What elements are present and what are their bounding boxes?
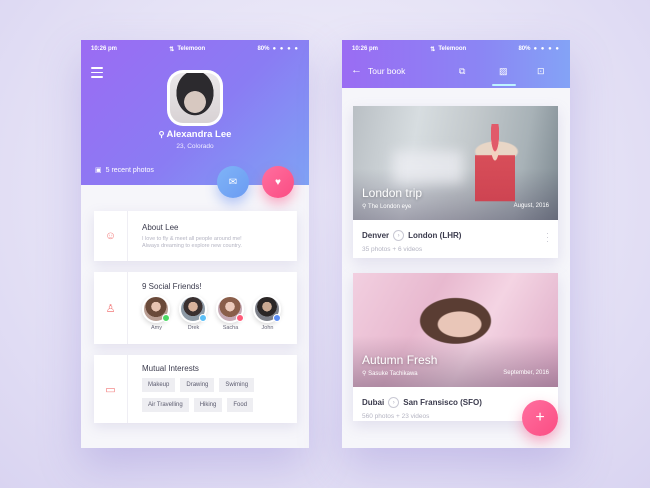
trip-photo: London trip ⚲ The London eye August, 201… — [353, 106, 558, 220]
status-carrier: Telemoon — [438, 46, 467, 52]
interest-tag[interactable]: Air Travelling — [142, 398, 189, 412]
tab-add-icon[interactable]: ⊡ — [537, 66, 545, 77]
trip-media-count: 35 photos + 6 videos — [362, 246, 423, 253]
friend-item[interactable]: Drek — [179, 295, 208, 331]
back-arrow-icon[interactable]: ← — [351, 64, 362, 76]
chat-smile-icon: ☺ — [94, 211, 128, 261]
plus-icon: + — [535, 409, 545, 426]
tour-book-screen: ← Tour book ⧉ ▨ ⊡ 10:26 pm ⇅ Telemoon 80… — [342, 40, 570, 448]
friend-name: Sacha — [222, 325, 239, 331]
add-trip-button[interactable]: + — [522, 400, 558, 436]
profile-name: Alexandra Lee — [166, 129, 232, 140]
status-battery: 80% — [518, 46, 531, 52]
trip-route: Dubai › San Fransisco (SFO) — [362, 397, 482, 408]
location-pin-icon: ⚲ — [158, 130, 165, 139]
camera-icon: ▣ — [95, 167, 102, 174]
friend-avatar — [179, 295, 207, 323]
friend-avatar — [253, 295, 281, 323]
trip-media-count: 560 photos + 23 videos — [362, 413, 430, 420]
interest-tag[interactable]: Food — [227, 398, 254, 412]
status-carrier: Telemoon — [177, 46, 206, 52]
trip-card[interactable]: London trip ⚲ The London eye August, 201… — [353, 106, 558, 258]
friend-name: Amy — [151, 325, 162, 331]
active-tab-indicator — [492, 84, 516, 86]
route-arrow-icon: › — [388, 397, 400, 408]
friend-item[interactable]: Amy — [142, 295, 171, 331]
route-arrow-icon: › — [393, 230, 405, 241]
trip-title: Autumn Fresh — [362, 353, 438, 367]
trip-date: September, 2016 — [503, 370, 549, 376]
signal-icon: ● ● ● ● — [533, 46, 560, 52]
trip-date: August, 2016 — [513, 203, 549, 209]
mail-icon: ✉ — [228, 176, 238, 188]
trip-subtitle: ⚲ Sasuke Tachikawa — [362, 371, 418, 377]
trip-to: San Fransisco (SFO) — [403, 398, 482, 407]
interest-tag[interactable]: Drawing — [180, 378, 215, 392]
friends-title: 9 Social Friends! — [142, 282, 202, 291]
status-bar: 10:26 pm ⇅ Telemoon 80% ● ● ● ● — [81, 40, 309, 58]
about-line-2: Always dreaming to explore new country. — [142, 243, 242, 249]
status-battery: 80% — [257, 46, 270, 52]
friend-status-badge — [236, 314, 244, 322]
trip-route: Denver › London (LHR) — [362, 230, 461, 241]
recent-photos-label: 5 recent photos — [105, 166, 154, 174]
wifi-icon: ⇅ — [169, 46, 175, 53]
recent-photos-link[interactable]: ▣ 5 recent photos — [95, 166, 154, 175]
signal-icon: ● ● ● ● — [272, 46, 299, 52]
interest-tag[interactable]: Makeup — [142, 378, 176, 392]
friend-status-badge — [273, 314, 281, 322]
friend-status-badge — [199, 314, 207, 322]
friends-list: Amy Drek Sacha John — [142, 295, 282, 331]
trip-to: London (LHR) — [408, 231, 462, 240]
status-time: 10:26 pm — [352, 46, 379, 52]
like-button[interactable]: ♥ — [262, 166, 294, 198]
page-title: Tour book — [368, 66, 406, 76]
status-bar: 10:26 pm ⇅ Telemoon 80% ● ● ● ● — [342, 40, 570, 58]
wifi-icon: ⇅ — [430, 46, 436, 53]
trip-from: Dubai — [362, 398, 385, 407]
profile-name-row: ⚲ Alexandra Lee — [81, 129, 309, 140]
friend-item[interactable]: John — [253, 295, 282, 331]
about-title: About Lee — [142, 223, 179, 232]
trip-from: Denver — [362, 231, 390, 240]
interest-tag[interactable]: Swiming — [219, 378, 255, 392]
friend-avatar — [216, 295, 244, 323]
avatar[interactable] — [167, 70, 223, 126]
friend-name: John — [261, 325, 274, 331]
trip-subtitle: ⚲ The London eye — [362, 204, 412, 210]
tab-image-icon[interactable]: ▨ — [499, 66, 508, 77]
add-user-icon: ♙ — [94, 272, 128, 344]
friend-avatar — [142, 295, 170, 323]
more-vertical-icon[interactable]: · · · — [546, 229, 549, 246]
profile-location: 23, Colorado — [176, 143, 214, 150]
folder-icon: ▭ — [94, 355, 128, 423]
heart-icon: ♥ — [275, 176, 281, 188]
friend-item[interactable]: Sacha — [216, 295, 245, 331]
message-button[interactable]: ✉ — [217, 166, 249, 198]
interests-card: ▭ Mutual Interests Makeup Drawing Swimin… — [94, 355, 297, 423]
tab-copy-icon[interactable]: ⧉ — [459, 66, 465, 77]
interest-tag[interactable]: Hiking — [193, 398, 223, 412]
interest-tags: Makeup Drawing Swiming Air Travelling Hi… — [142, 378, 292, 412]
interests-title: Mutual Interests — [142, 364, 199, 373]
friends-card: ♙ 9 Social Friends! Amy Drek Sacha John — [94, 272, 297, 344]
about-card[interactable]: ☺ About Lee I love to fly & meet all peo… — [94, 211, 297, 261]
trip-card[interactable]: Autumn Fresh ⚲ Sasuke Tachikawa Septembe… — [353, 273, 558, 421]
menu-icon[interactable] — [91, 67, 103, 81]
status-time: 10:26 pm — [91, 46, 118, 52]
trip-title: London trip — [362, 186, 423, 200]
friend-name: Drek — [187, 325, 200, 331]
profile-screen: 10:26 pm ⇅ Telemoon 80% ● ● ● ● ⚲ Alexand… — [81, 40, 309, 448]
friend-status-badge — [162, 314, 170, 322]
trip-photo: Autumn Fresh ⚲ Sasuke Tachikawa Septembe… — [353, 273, 558, 387]
about-line-1: I love to fly & meet all people around m… — [142, 236, 242, 242]
